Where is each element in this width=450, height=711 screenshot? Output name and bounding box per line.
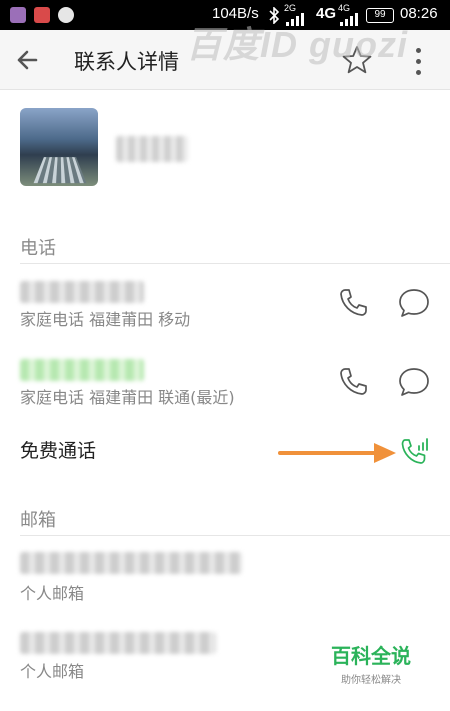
app-bar: 联系人详情 <box>0 30 450 90</box>
battery-indicator: 99 <box>366 8 394 23</box>
gallery-icon <box>10 7 26 23</box>
more-vertical-icon <box>416 48 421 53</box>
contact-name-redacted <box>116 136 188 162</box>
signal-icon <box>286 13 304 26</box>
bluetooth-icon <box>269 7 280 24</box>
back-arrow-icon <box>17 50 38 70</box>
status-bar: 104B/s 2G 4G 4G 99 08:26 <box>0 0 450 30</box>
email-address-redacted[interactable] <box>20 552 242 574</box>
net-4g-label: 4G <box>316 5 337 22</box>
star-icon <box>342 46 372 74</box>
phone-number-redacted[interactable] <box>20 281 144 303</box>
logo-main-text: 百科全说 <box>331 644 411 668</box>
email-address-redacted-2[interactable] <box>20 632 216 654</box>
call-icon[interactable] <box>336 286 370 320</box>
phone-entry-desc-2: 家庭电话 福建莆田 联通(最近) <box>20 388 235 407</box>
baike-logo: 百科全说 助你轻松解决 <box>326 640 416 686</box>
free-call-label: 免费通话 <box>20 440 97 462</box>
message-icon[interactable] <box>397 365 431 399</box>
app-icon <box>34 7 50 23</box>
orange-arrow-annotation <box>278 443 396 463</box>
logo-sub-text: 助你轻松解决 <box>341 675 401 686</box>
more-button[interactable] <box>406 44 432 78</box>
phone-section-title: 电话 <box>20 238 56 259</box>
contact-avatar[interactable] <box>20 108 98 186</box>
clock: 08:26 <box>400 5 438 22</box>
back-button[interactable] <box>10 42 46 78</box>
email-entry-desc-2: 个人邮箱 <box>20 662 85 681</box>
divider <box>20 535 450 536</box>
divider <box>20 263 450 264</box>
message-icon[interactable] <box>397 286 431 320</box>
favorite-button[interactable] <box>341 44 373 76</box>
page-title: 联系人详情 <box>74 50 179 74</box>
email-entry-desc: 个人邮箱 <box>20 584 85 603</box>
phone-number-redacted-2[interactable] <box>20 359 144 381</box>
phone-entry-desc: 家庭电话 福建莆田 移动 <box>20 310 191 329</box>
signal-icon-2 <box>340 13 358 26</box>
network-speed: 104B/s <box>212 5 259 22</box>
call-icon[interactable] <box>336 365 370 399</box>
screen: 104B/s 2G 4G 4G 99 08:26 百度ID guozi 联系人详… <box>0 0 450 711</box>
qq-icon <box>58 7 74 23</box>
free-call-icon[interactable] <box>398 434 432 468</box>
email-section-title: 邮箱 <box>20 510 56 531</box>
